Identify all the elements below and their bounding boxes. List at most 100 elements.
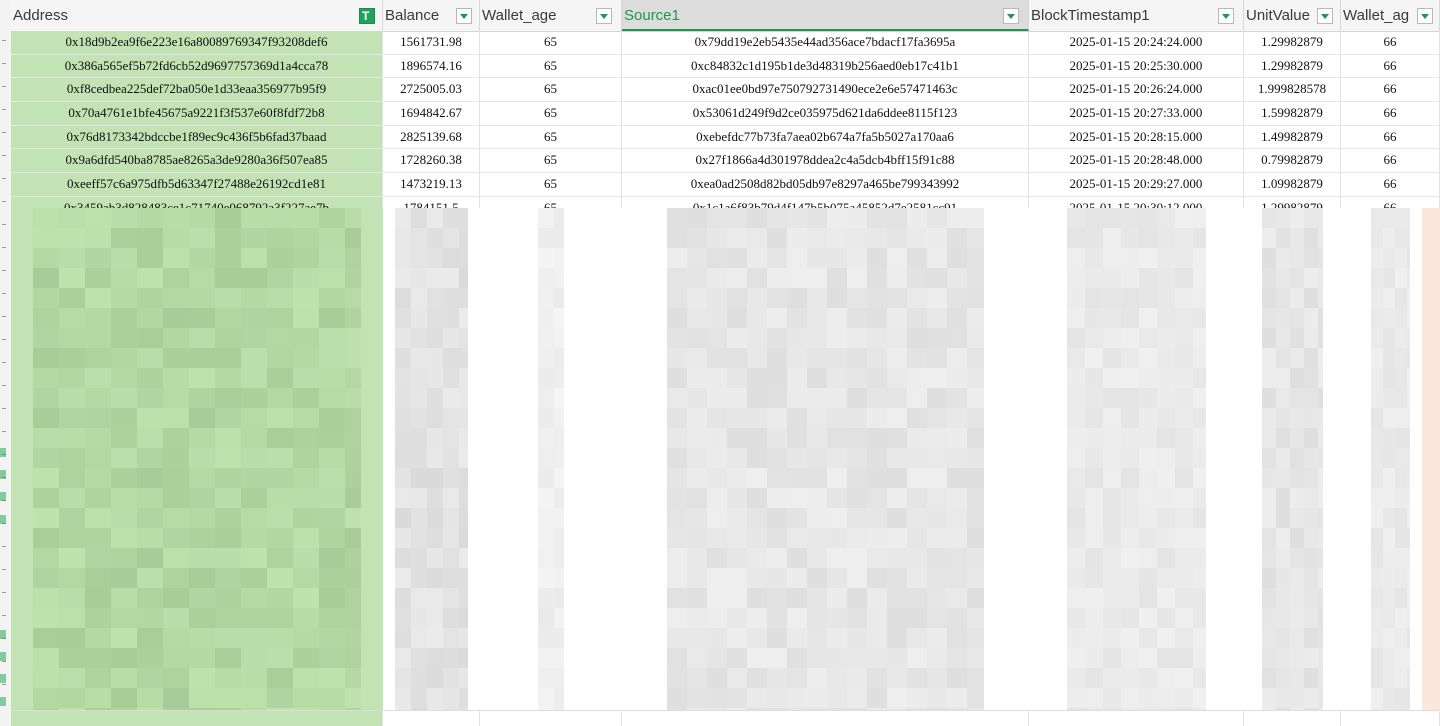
cell-unit_value[interactable]: 1.49982879 xyxy=(1244,125,1341,149)
redaction-pixel xyxy=(293,688,319,708)
cell-source1[interactable]: 0x27f1866a4d301978ddea2c4a5dcb4bff15f91c… xyxy=(622,149,1029,173)
cell-address[interactable]: 0x70a4761e1bfe45675a9221f3f537e60f8fdf72… xyxy=(11,102,383,125)
cell-balance[interactable]: 1473219.13 xyxy=(383,173,480,196)
redaction-pixel xyxy=(189,348,215,368)
redaction-pixel xyxy=(163,608,189,628)
filter-dropdown-icon[interactable] xyxy=(1417,8,1433,24)
row-number-tick xyxy=(2,109,6,110)
redaction-pixel xyxy=(1407,548,1410,568)
cell-block_timestamp1[interactable]: 2025-01-15 20:27:33.000 xyxy=(1029,102,1244,125)
redaction-pixel xyxy=(927,348,947,368)
cell-balance[interactable]: 1561731.98 xyxy=(383,31,480,54)
redaction-pixel xyxy=(787,528,807,548)
redaction-pixel xyxy=(241,688,267,708)
cell-wallet_age[interactable] xyxy=(480,711,622,726)
redaction-pixel xyxy=(1383,348,1395,368)
cell-balance[interactable] xyxy=(383,711,480,726)
cell-wallet_age_2[interactable]: 66 xyxy=(1341,102,1440,125)
cell-source1[interactable] xyxy=(622,711,1029,726)
redaction-pixel xyxy=(538,508,554,528)
cell-wallet_age[interactable]: 65 xyxy=(480,31,622,54)
column-header-source1[interactable]: Source1 xyxy=(622,0,1029,31)
redaction-pixel xyxy=(767,488,787,508)
cell-block_timestamp1[interactable]: 2025-01-15 20:25:30.000 xyxy=(1029,54,1244,78)
cell-wallet_age_2[interactable]: 66 xyxy=(1341,125,1440,149)
filter-dropdown-icon[interactable] xyxy=(456,8,472,24)
cell-wallet_age_2[interactable]: 66 xyxy=(1341,78,1440,102)
redaction-pixel xyxy=(847,368,867,388)
redaction-pixel xyxy=(1139,688,1157,708)
redaction-pixel xyxy=(215,288,241,308)
cell-unit_value[interactable]: 1.999828578 xyxy=(1244,78,1341,102)
cell-source1[interactable]: 0xac01ee0bd97e750792731490ece2e6e5747146… xyxy=(622,78,1029,102)
cell-source1[interactable]: 0x79dd19e2eb5435e44ad356ace7bdacf17fa369… xyxy=(622,31,1029,54)
filter-dropdown-icon[interactable] xyxy=(596,8,612,24)
cell-address[interactable]: 0xf8cedbea225def72ba050e1d33eaa356977b95… xyxy=(11,78,383,102)
cell-wallet_age_2[interactable]: 66 xyxy=(1341,54,1440,78)
cell-address[interactable]: 0x18d9b2ea9f6e223e16a80089769347f93208de… xyxy=(11,31,383,54)
cell-block_timestamp1[interactable] xyxy=(1029,711,1244,726)
column-header-block_timestamp1[interactable]: BlockTimestamp1 xyxy=(1029,0,1244,31)
cell-unit_value[interactable]: 0.79982879 xyxy=(1244,149,1341,173)
cell-address[interactable] xyxy=(11,711,383,726)
cell-block_timestamp1[interactable]: 2025-01-15 20:29:27.000 xyxy=(1029,173,1244,196)
redaction-pixel xyxy=(807,668,827,688)
cell-balance[interactable]: 1694842.67 xyxy=(383,102,480,125)
cell-balance[interactable]: 2725005.03 xyxy=(383,78,480,102)
redaction-pixel xyxy=(1371,488,1383,508)
cell-block_timestamp1[interactable]: 2025-01-15 20:28:15.000 xyxy=(1029,125,1244,149)
cell-source1[interactable]: 0xebefdc77b73fa7aea02b674a7fa5b5027a170a… xyxy=(622,125,1029,149)
cell-unit_value[interactable] xyxy=(1244,711,1341,726)
filter-dropdown-icon[interactable] xyxy=(1218,8,1234,24)
redaction-pixel xyxy=(189,548,215,568)
cell-address[interactable]: 0xeeff57c6a975dfb5d63347f27488e26192cd1e… xyxy=(11,173,383,196)
redaction-pixel xyxy=(1085,448,1103,468)
redaction-pixel xyxy=(293,608,319,628)
redaction-pixel xyxy=(867,288,887,308)
cell-source1[interactable]: 0xea0ad2508d82bd05db97e8297a465be7993439… xyxy=(622,173,1029,196)
redaction-pixel xyxy=(319,328,345,348)
cell-source1[interactable]: 0xc84832c1d195b1de3d48319b256aed0eb17c41… xyxy=(622,54,1029,78)
cell-address[interactable]: 0x76d8173342bdccbe1f89ec9c436f5b6fad37ba… xyxy=(11,125,383,149)
cell-unit_value[interactable]: 1.29982879 xyxy=(1244,31,1341,54)
cell-wallet_age[interactable]: 65 xyxy=(480,78,622,102)
redaction-pixel xyxy=(1395,328,1407,348)
cell-wallet_age_2[interactable]: 66 xyxy=(1341,149,1440,173)
redaction-pixel xyxy=(85,448,111,468)
cell-block_timestamp1[interactable]: 2025-01-15 20:24:24.000 xyxy=(1029,31,1244,54)
filter-dropdown-icon[interactable] xyxy=(1317,8,1333,24)
cell-wallet_age[interactable]: 65 xyxy=(480,149,622,173)
redaction-pixel xyxy=(687,588,707,608)
redaction-pixel xyxy=(1121,568,1139,588)
cell-wallet_age[interactable]: 65 xyxy=(480,173,622,196)
cell-wallet_age_2[interactable]: 66 xyxy=(1341,173,1440,196)
redaction-pixel xyxy=(189,688,215,708)
cell-balance[interactable]: 1728260.38 xyxy=(383,149,480,173)
cell-source1[interactable]: 0x53061d249f9d2ce035975d621da6ddee8115f1… xyxy=(622,102,1029,125)
cell-unit_value[interactable]: 1.09982879 xyxy=(1244,173,1341,196)
table-row: 0x9a6dfd540ba8785ae8265a3de9280a36f507ea… xyxy=(11,149,1440,174)
cell-block_timestamp1[interactable]: 2025-01-15 20:26:24.000 xyxy=(1029,78,1244,102)
redaction-pixel xyxy=(554,348,564,368)
redaction-pixel xyxy=(1304,408,1318,428)
filter-dropdown-icon[interactable] xyxy=(1003,8,1019,24)
cell-wallet_age_2[interactable]: 66 xyxy=(1341,31,1440,54)
filter-applied-icon[interactable]: T xyxy=(359,8,375,24)
cell-wallet_age[interactable]: 65 xyxy=(480,54,622,78)
cell-wallet_age[interactable]: 65 xyxy=(480,125,622,149)
cell-balance[interactable]: 1896574.16 xyxy=(383,54,480,78)
cell-wallet_age[interactable]: 65 xyxy=(480,102,622,125)
redaction-pixel xyxy=(1276,308,1290,328)
cell-address[interactable]: 0x9a6dfd540ba8785ae8265a3de9280a36f507ea… xyxy=(11,149,383,173)
cell-unit_value[interactable]: 1.59982879 xyxy=(1244,102,1341,125)
redaction-pixel xyxy=(345,648,361,668)
cell-unit_value[interactable]: 1.29982879 xyxy=(1244,54,1341,78)
cell-balance[interactable]: 2825139.68 xyxy=(383,125,480,149)
column-header-label: Balance xyxy=(385,7,440,24)
column-header-address[interactable]: Address xyxy=(11,0,383,31)
cell-wallet_age_2[interactable] xyxy=(1341,711,1440,726)
cell-address[interactable]: 0x386a565ef5b72fd6cb52d9697757369d1a4cca… xyxy=(11,54,383,78)
cell-block_timestamp1[interactable]: 2025-01-15 20:28:48.000 xyxy=(1029,149,1244,173)
row-number-tick xyxy=(2,132,6,133)
redaction-pixel xyxy=(1407,608,1410,628)
